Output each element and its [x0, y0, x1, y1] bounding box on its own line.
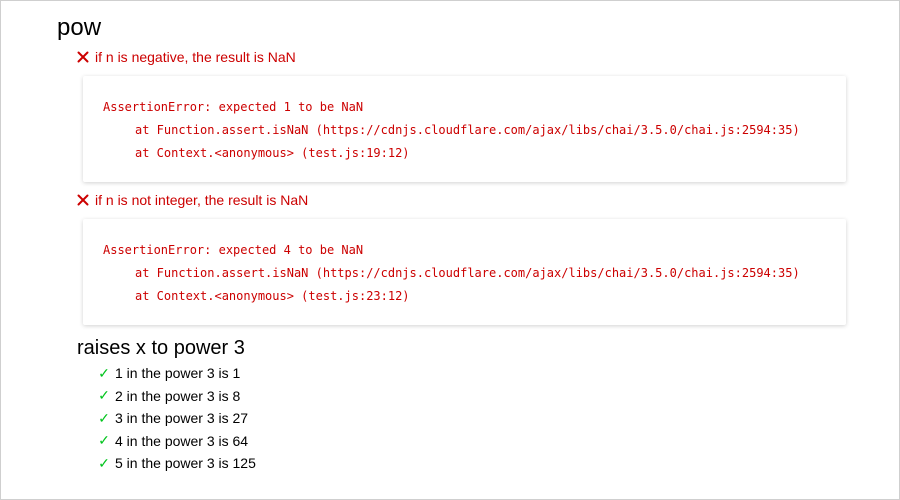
stack-frame: at Function.assert.isNaN (https://cdnjs.… — [135, 123, 800, 137]
check-icon: ✓ — [98, 364, 110, 381]
stack-frame: at Context.<anonymous> (test.js:19:12) — [135, 146, 410, 160]
error-trace: AssertionError: expected 1 to be NaN at F… — [83, 76, 846, 182]
stack-frame: at Context.<anonymous> (test.js:23:12) — [135, 289, 410, 303]
cross-icon — [77, 51, 89, 63]
check-icon: ✓ — [98, 454, 110, 471]
passed-test-title: 4 in the power 3 is 64 — [115, 432, 249, 449]
passed-tests-list: ✓ 1 in the power 3 is 1 ✓ 2 in the power… — [97, 362, 256, 475]
check-icon: ✓ — [98, 387, 110, 404]
check-icon: ✓ — [98, 409, 110, 426]
cross-icon — [77, 194, 89, 206]
stack-frame: at Function.assert.isNaN (https://cdnjs.… — [135, 266, 800, 280]
check-icon: ✓ — [98, 432, 110, 449]
failed-test-negative[interactable]: if n is negative, the result is NaN — [77, 48, 296, 66]
passed-test[interactable]: ✓ 3 in the power 3 is 27 — [97, 407, 256, 430]
passed-test-title: 3 in the power 3 is 27 — [115, 410, 249, 427]
passed-test[interactable]: ✓ 1 in the power 3 is 1 — [97, 362, 256, 385]
failed-test-title: if n is negative, the result is NaN — [95, 49, 296, 65]
error-trace: AssertionError: expected 4 to be NaN at F… — [83, 219, 846, 325]
passed-test[interactable]: ✓ 5 in the power 3 is 125 — [97, 452, 256, 475]
passed-test-title: 1 in the power 3 is 1 — [115, 365, 241, 382]
passed-test[interactable]: ✓ 2 in the power 3 is 8 — [97, 385, 256, 408]
error-message: AssertionError: expected 4 to be NaN — [103, 243, 364, 257]
subsuite-title: raises x to power 3 — [77, 337, 245, 359]
passed-test-title: 2 in the power 3 is 8 — [115, 387, 241, 404]
failed-test-title: if n is not integer, the result is NaN — [95, 192, 309, 208]
error-message: AssertionError: expected 1 to be NaN — [103, 100, 364, 114]
passed-test-title: 5 in the power 3 is 125 — [115, 455, 256, 472]
failed-test-not-integer[interactable]: if n is not integer, the result is NaN — [77, 191, 308, 209]
passed-test[interactable]: ✓ 4 in the power 3 is 64 — [97, 430, 256, 453]
suite-title: pow — [57, 14, 102, 41]
